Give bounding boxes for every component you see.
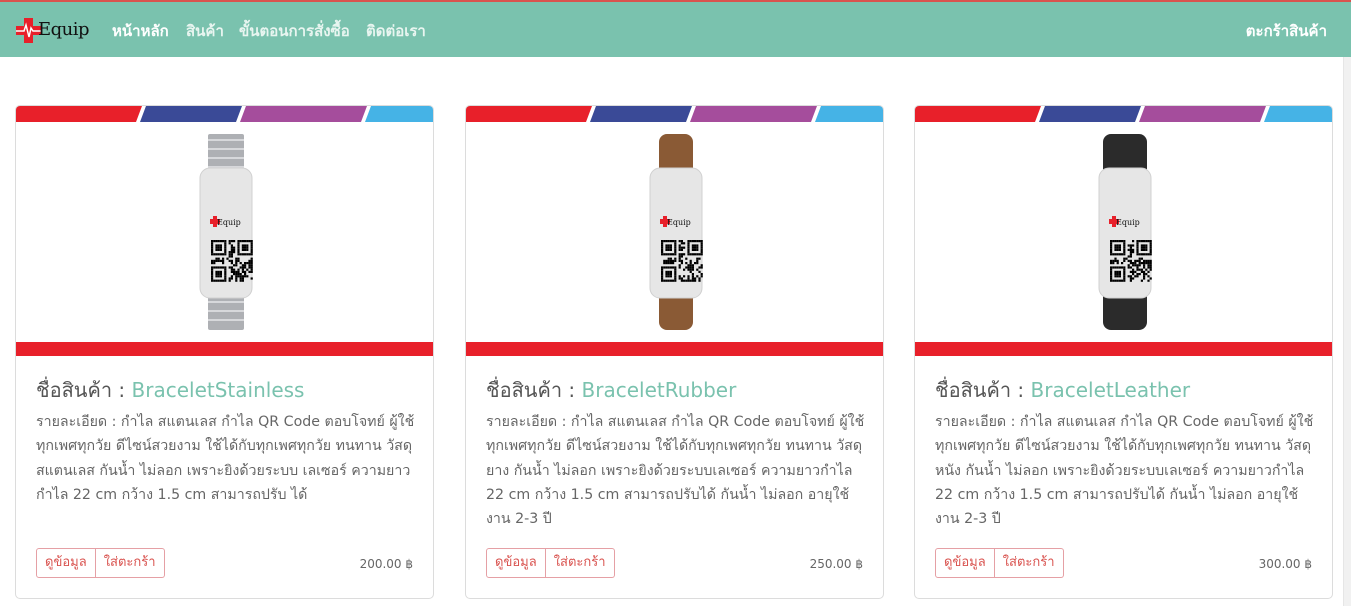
product-title-prefix: ชื่อสินค้า : bbox=[486, 378, 582, 402]
product-name[interactable]: BraceletRubber bbox=[582, 378, 737, 402]
image-bottom-band bbox=[16, 342, 433, 356]
image-bottom-band bbox=[466, 342, 883, 356]
product-name[interactable]: BraceletStainless bbox=[132, 378, 305, 402]
product-title: ชื่อสินค้า : BraceletRubber bbox=[486, 374, 736, 406]
color-stripes bbox=[915, 106, 1332, 122]
tag-brand-text: Equip bbox=[667, 218, 691, 227]
tag-brand-text: Equip bbox=[217, 218, 241, 227]
product-card: Equip ชื่อสินค้า : BraceletStainless ราย… bbox=[15, 105, 434, 599]
cart-link[interactable]: ตะกร้าสินค้า bbox=[1246, 19, 1327, 43]
view-details-button[interactable]: ดูข้อมูล bbox=[36, 548, 96, 578]
page-scrollbar[interactable] bbox=[1343, 57, 1351, 606]
view-details-button[interactable]: ดูข้อมูล bbox=[486, 548, 546, 578]
add-to-cart-button[interactable]: ใส่ตะกร้า bbox=[95, 548, 165, 578]
product-title: ชื่อสินค้า : BraceletLeather bbox=[935, 374, 1190, 406]
view-details-button[interactable]: ดูข้อมูล bbox=[935, 548, 995, 578]
product-image[interactable]: Equip bbox=[1085, 130, 1165, 340]
product-title: ชื่อสินค้า : BraceletStainless bbox=[36, 374, 304, 406]
nav-contact[interactable]: ติดต่อเรา bbox=[366, 19, 426, 43]
brand-name: Equip bbox=[38, 19, 90, 40]
product-card: Equip ชื่อสินค้า : BraceletRubber รายละเ… bbox=[465, 105, 884, 599]
product-price: 250.00 ฿ bbox=[809, 557, 863, 571]
product-price: 300.00 ฿ bbox=[1258, 557, 1312, 571]
product-description: รายละเอียด : กำไล สแตนเลส กำไล QR Code ต… bbox=[36, 414, 415, 503]
product-name[interactable]: BraceletLeather bbox=[1031, 378, 1191, 402]
product-description: รายละเอียด : กำไล สแตนเลส กำไล QR Code ต… bbox=[935, 414, 1314, 528]
nav-order-steps[interactable]: ขั้นตอนการสั่งซื้อ bbox=[239, 19, 350, 43]
product-image[interactable]: Equip bbox=[186, 130, 266, 340]
product-price: 200.00 ฿ bbox=[359, 557, 413, 571]
product-description: รายละเอียด : กำไล สแตนเลส กำไล QR Code ต… bbox=[486, 414, 865, 528]
product-image[interactable]: Equip bbox=[636, 130, 716, 340]
brand-logo[interactable]: Equip bbox=[16, 16, 90, 46]
add-to-cart-button[interactable]: ใส่ตะกร้า bbox=[994, 548, 1064, 578]
color-stripes bbox=[16, 106, 433, 122]
color-stripes bbox=[466, 106, 883, 122]
nav-home[interactable]: หน้าหลัก bbox=[112, 19, 169, 43]
tag-brand-text: Equip bbox=[1116, 218, 1140, 227]
product-actions: ดูข้อมูล ใส่ตะกร้า bbox=[935, 548, 1064, 578]
product-actions: ดูข้อมูล ใส่ตะกร้า bbox=[36, 548, 165, 578]
image-bottom-band bbox=[915, 342, 1332, 356]
nav-products[interactable]: สินค้า bbox=[186, 19, 224, 43]
product-actions: ดูข้อมูล ใส่ตะกร้า bbox=[486, 548, 615, 578]
product-title-prefix: ชื่อสินค้า : bbox=[935, 378, 1031, 402]
top-navbar: Equip หน้าหลัก สินค้า ขั้นตอนการสั่งซื้อ… bbox=[0, 0, 1351, 57]
product-title-prefix: ชื่อสินค้า : bbox=[36, 378, 132, 402]
product-card: Equip ชื่อสินค้า : BraceletLeather รายละ… bbox=[914, 105, 1333, 599]
add-to-cart-button[interactable]: ใส่ตะกร้า bbox=[545, 548, 615, 578]
